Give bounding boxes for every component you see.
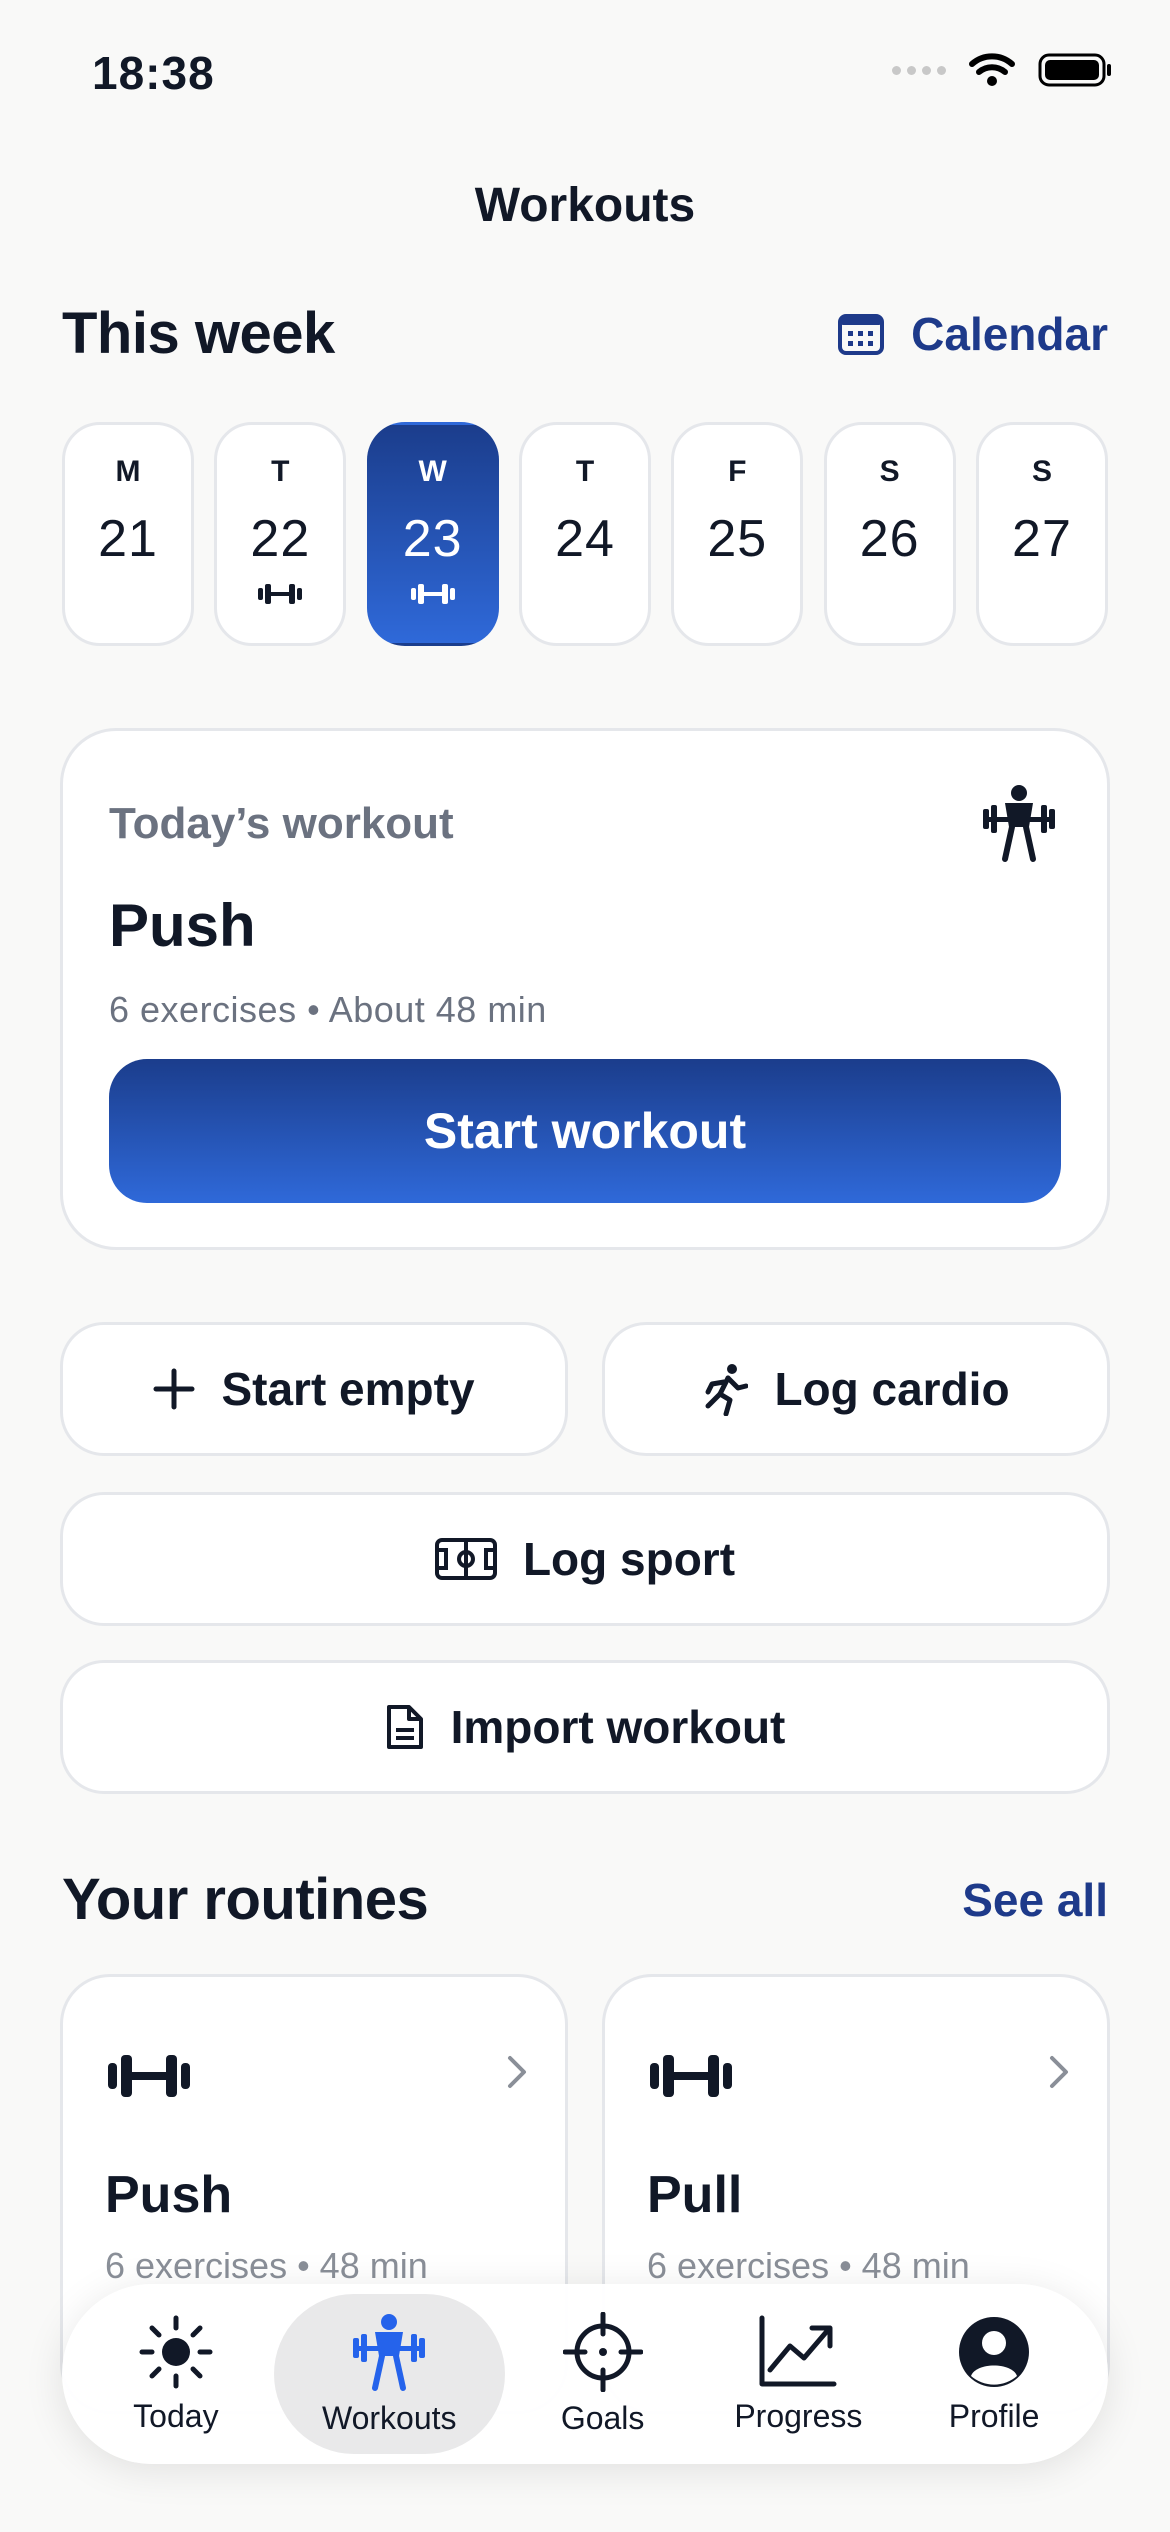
log-cardio-button[interactable]: Log cardio [602,1322,1110,1456]
page-title: Workouts [474,179,696,232]
tab-label: Workouts [321,2399,457,2436]
see-all-link[interactable]: See all [962,1873,1108,1927]
chevron-right-icon [1050,2056,1068,2088]
day-letter: S [1031,455,1052,488]
sun-icon [139,2315,213,2388]
routine-meta: 6 exercises • 48 min [647,2245,970,2286]
document-icon [386,1705,423,1749]
todays-workout-label: Today’s workout [109,799,454,848]
running-icon [705,1364,749,1416]
this-week-header: This week Calendar [62,300,1108,367]
tab-label: Progress [734,2397,863,2434]
status-bar: 18:38 [0,0,1170,150]
day-wednesday-selected[interactable]: W 23 [366,422,499,646]
tab-label: Today [133,2397,219,2434]
dumbbell-icon [258,584,303,604]
day-tuesday[interactable]: T 22 [214,422,347,646]
tab-workouts[interactable]: Workouts [273,2294,505,2454]
todays-workout-meta: 6 exercises • About 48 min [109,989,547,1030]
tab-progress[interactable]: Progress [700,2294,896,2454]
calendar-icon [838,313,885,355]
day-thursday[interactable]: T 24 [518,422,651,646]
log-sport-button[interactable]: Log sport [60,1492,1110,1626]
status-time: 18:38 [92,47,215,99]
cellular-signal-icon [892,65,946,75]
dumbbell-icon [108,2055,190,2097]
tab-label: Goals [560,2399,645,2436]
dumbbell-icon [650,2055,732,2097]
status-icons [892,52,1114,88]
day-number: 26 [859,510,920,568]
chevron-right-icon [508,2056,526,2088]
routine-name: Pull [647,2166,743,2224]
tab-today[interactable]: Today [78,2294,274,2454]
start-workout-button[interactable]: Start workout [109,1059,1061,1203]
day-sunday[interactable]: S 27 [975,422,1108,646]
plus-icon [153,1368,195,1410]
day-number: 22 [250,510,311,568]
battery-icon [1038,53,1111,87]
routine-name: Push [105,2166,233,2224]
weightlifter-icon [983,785,1055,862]
weightlifter-icon [353,2313,426,2391]
calendar-label: Calendar [911,307,1108,360]
day-letter: M [115,455,141,488]
day-letter: T [575,455,595,488]
tab-bar: Today Workouts Goals Progress Profile [62,2284,1108,2464]
day-letter: W [418,455,447,488]
day-number: 27 [1012,510,1072,568]
start-empty-label: Start empty [221,1363,475,1415]
day-number: 25 [707,510,768,568]
week-strip: M 21 T 22 W 23 T 24 F 25 S 26 S 27 [62,422,1108,646]
day-friday[interactable]: F 25 [671,422,804,646]
dumbbell-icon [410,584,455,604]
wifi-icon [969,53,1015,86]
start-empty-button[interactable]: Start empty [60,1322,568,1456]
day-letter: T [271,455,290,488]
tab-goals[interactable]: Goals [505,2294,701,2454]
day-monday[interactable]: M 21 [62,422,194,646]
routines-title: Your routines [62,1867,429,1932]
day-letter: S [879,455,900,488]
import-workout-button[interactable]: Import workout [60,1660,1110,1794]
this-week-title: This week [62,301,335,366]
todays-workout-card[interactable]: Today’s workout Push 6 exercises • About… [60,728,1110,1250]
target-icon [562,2311,643,2392]
log-cardio-label: Log cardio [774,1363,1010,1415]
log-sport-label: Log sport [522,1533,736,1585]
day-number: 24 [555,510,615,568]
tab-profile[interactable]: Profile [896,2294,1092,2454]
calendar-button[interactable]: Calendar [837,307,1108,361]
import-workout-label: Import workout [450,1701,786,1753]
day-number: 23 [402,510,463,568]
tab-label: Profile [948,2397,1040,2434]
person-icon [959,2316,1030,2387]
chart-icon [759,2315,837,2386]
routine-meta: 6 exercises • 48 min [105,2245,428,2286]
todays-workout-name: Push [109,892,256,959]
day-number: 21 [98,510,158,568]
routines-header: Your routines See all [62,1866,1108,1933]
day-letter: F [728,455,747,488]
sports-field-icon [434,1538,497,1580]
day-saturday[interactable]: S 26 [823,422,956,646]
